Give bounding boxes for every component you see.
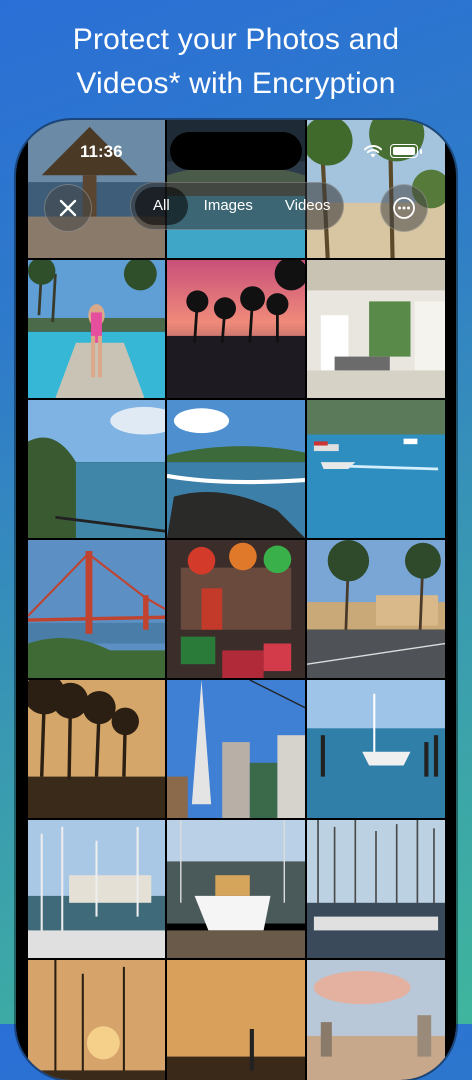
filter-all-tab[interactable]: All xyxy=(135,187,188,225)
headline-line-2: Videos* with Encryption xyxy=(76,67,396,100)
photo-tile[interactable] xyxy=(307,540,445,678)
status-time: 11:36 xyxy=(80,142,123,161)
photo-tile[interactable] xyxy=(307,820,445,958)
photo-tile[interactable] xyxy=(28,260,165,398)
more-options-button[interactable] xyxy=(380,184,428,232)
photo-tile[interactable] xyxy=(167,960,305,1080)
headline-line-1: Protect your Photos and xyxy=(72,23,400,56)
photo-tile[interactable] xyxy=(307,400,445,538)
battery-icon xyxy=(390,144,418,158)
photo-tile[interactable] xyxy=(28,400,165,538)
phone-frame: 11:36 All Images Videos xyxy=(16,120,456,1080)
photo-tile[interactable] xyxy=(307,680,445,818)
photo-tile[interactable] xyxy=(28,960,165,1080)
photo-tile[interactable] xyxy=(167,260,305,398)
photo-tile[interactable] xyxy=(307,260,445,398)
filter-images-tab[interactable]: Images xyxy=(188,187,269,225)
wifi-icon xyxy=(364,144,382,157)
close-button[interactable] xyxy=(44,184,92,232)
battery-nub xyxy=(420,148,422,154)
xmark-icon xyxy=(59,199,77,217)
photo-grid xyxy=(28,120,445,1080)
ellipsis-circle-icon xyxy=(393,197,415,219)
photo-tile[interactable] xyxy=(167,400,305,538)
status-icons xyxy=(364,144,422,158)
photo-tile[interactable] xyxy=(28,820,165,958)
photo-tile[interactable] xyxy=(167,540,305,678)
photo-tile[interactable] xyxy=(28,680,165,818)
dynamic-island xyxy=(170,132,302,170)
headline: Protect your Photos and Videos* with Enc… xyxy=(0,18,472,106)
media-filter-segmented-control: All Images Videos xyxy=(130,182,344,230)
photo-tile[interactable] xyxy=(167,680,305,818)
photo-tile[interactable] xyxy=(307,960,445,1080)
photo-tile[interactable] xyxy=(167,820,305,958)
photo-tile[interactable] xyxy=(28,540,165,678)
filter-videos-tab[interactable]: Videos xyxy=(269,187,347,225)
